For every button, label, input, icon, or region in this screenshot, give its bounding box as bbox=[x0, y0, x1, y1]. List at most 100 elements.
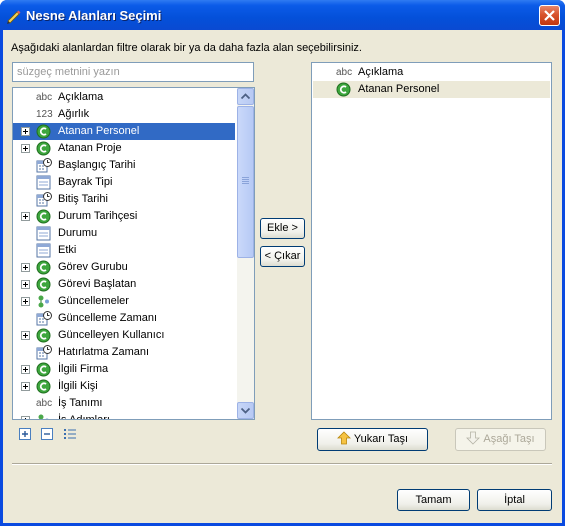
tree-item[interactable]: Durum Tarihçesi bbox=[13, 208, 235, 225]
tree-item-label: Güncellemeler bbox=[58, 295, 129, 307]
expand-toggle[interactable] bbox=[21, 263, 30, 272]
selected-fields-list[interactable]: abc Açıklama Atanan Personel bbox=[311, 62, 552, 420]
expand-toggle[interactable] bbox=[21, 331, 30, 340]
tree-item-label: İlgili Kişi bbox=[58, 380, 98, 392]
available-fields-tree[interactable]: abc Açıklama 123 Ağırlık Atanan Personel Atan… bbox=[12, 87, 255, 420]
list-item-label: Açıklama bbox=[358, 66, 404, 78]
tree-item[interactable]: Görevi Başlatan bbox=[13, 276, 235, 293]
add-button[interactable]: Ekle > bbox=[260, 218, 305, 239]
abc-text-icon: abc bbox=[336, 67, 353, 78]
tree-item-label: Başlangıç Tarihi bbox=[58, 159, 136, 171]
tree-item[interactable]: 123 Ağırlık bbox=[13, 106, 235, 123]
scroll-up-button[interactable] bbox=[237, 88, 254, 105]
expand-toggle[interactable] bbox=[21, 280, 30, 289]
collapse-all-icon[interactable] bbox=[40, 427, 54, 441]
filter-input[interactable] bbox=[12, 62, 254, 82]
tree-item-label: Durum Tarihçesi bbox=[58, 210, 138, 222]
list-view-icon[interactable] bbox=[63, 427, 77, 441]
tree-item[interactable]: Atanan Proje bbox=[13, 140, 235, 157]
tree-item[interactable]: Görev Gurubu bbox=[13, 259, 235, 276]
tree-item[interactable]: İş Adımları bbox=[13, 412, 235, 420]
date-clock-icon bbox=[36, 192, 54, 207]
move-down-label: Aşağı Taşı bbox=[483, 433, 535, 445]
tree-item[interactable]: Hatırlatma Zamanı bbox=[13, 344, 235, 361]
tree-item-label: Etki bbox=[58, 244, 77, 256]
scroll-thumb[interactable] bbox=[237, 106, 254, 258]
arrow-up-icon bbox=[241, 93, 250, 100]
expand-toggle[interactable] bbox=[21, 382, 30, 391]
vertical-scrollbar[interactable] bbox=[237, 88, 254, 419]
move-up-button[interactable]: Yukarı Taşı bbox=[317, 428, 428, 451]
tree-item[interactable]: Durumu bbox=[13, 225, 235, 242]
tree-item[interactable]: Bayrak Tipi bbox=[13, 174, 235, 191]
green-c-icon bbox=[36, 141, 54, 156]
tree-item[interactable]: İlgili Firma bbox=[13, 361, 235, 378]
list-item[interactable]: Atanan Personel bbox=[313, 81, 550, 98]
ok-button[interactable]: Tamam bbox=[397, 489, 470, 511]
arrow-up-icon bbox=[336, 431, 351, 445]
green-c-icon bbox=[36, 209, 54, 224]
remove-button[interactable]: < Çıkar bbox=[260, 246, 305, 267]
expand-toggle[interactable] bbox=[21, 297, 30, 306]
expand-toggle[interactable] bbox=[21, 127, 30, 136]
green-c-icon bbox=[36, 277, 54, 292]
instruction-text: Aşağıdaki alanlardan filtre olarak bir y… bbox=[11, 42, 362, 54]
window-title: Nesne Alanları Seçimi bbox=[26, 8, 162, 23]
date-clock-icon bbox=[36, 311, 54, 326]
enum-table-icon bbox=[36, 243, 54, 258]
expand-toggle[interactable] bbox=[21, 144, 30, 153]
list-item[interactable]: abc Açıklama bbox=[313, 64, 550, 81]
tree-item-label: Bitiş Tarihi bbox=[58, 193, 108, 205]
tree-item[interactable]: abc Açıklama bbox=[13, 89, 235, 106]
pencil-icon bbox=[7, 10, 21, 24]
tree-item[interactable]: Güncelleyen Kullanıcı bbox=[13, 327, 235, 344]
expand-toggle[interactable] bbox=[21, 212, 30, 221]
abc-text-icon: abc bbox=[36, 92, 53, 103]
expand-toggle[interactable] bbox=[21, 365, 30, 374]
tree-item-label: Durumu bbox=[58, 227, 98, 239]
tree-item-label: Görev Gurubu bbox=[58, 261, 128, 273]
green-c-icon bbox=[36, 362, 54, 377]
cancel-button[interactable]: İptal bbox=[477, 489, 552, 511]
expand-toggle[interactable] bbox=[21, 416, 30, 419]
move-up-label: Yukarı Taşı bbox=[353, 433, 409, 445]
expand-all-icon[interactable] bbox=[18, 427, 32, 441]
tree-item-label: İş Adımları bbox=[58, 414, 110, 420]
tree-item[interactable]: Güncelleme Zamanı bbox=[13, 310, 235, 327]
tree-item-label: Görevi Başlatan bbox=[58, 278, 137, 290]
green-c-icon bbox=[336, 82, 354, 97]
list-item-label: Atanan Personel bbox=[358, 83, 440, 95]
tree-item[interactable]: Etki bbox=[13, 242, 235, 259]
tree-item-label: Bayrak Tipi bbox=[58, 176, 113, 188]
tree-item-label: İlgili Firma bbox=[58, 363, 109, 375]
green-c-icon bbox=[36, 124, 54, 139]
green-c-icon bbox=[36, 328, 54, 343]
collection-icon bbox=[36, 413, 54, 419]
tree-item-label: Atanan Personel bbox=[58, 125, 140, 137]
tree-item[interactable]: Bitiş Tarihi bbox=[13, 191, 235, 208]
tree-item-label: Hatırlatma Zamanı bbox=[58, 346, 150, 358]
scroll-down-button[interactable] bbox=[237, 402, 254, 419]
close-button[interactable] bbox=[539, 5, 560, 26]
tree-item-label: Atanan Proje bbox=[58, 142, 122, 154]
dialog-body: Aşağıdaki alanlardan filtre olarak bir y… bbox=[3, 30, 562, 523]
enum-table-icon bbox=[36, 175, 54, 190]
green-c-icon bbox=[36, 379, 54, 394]
tree-item[interactable]: Atanan Personel bbox=[13, 123, 235, 140]
tree-item[interactable]: Başlangıç Tarihi bbox=[13, 157, 235, 174]
green-c-icon bbox=[36, 260, 54, 275]
tree-item-label: Güncelleyen Kullanıcı bbox=[58, 329, 165, 341]
tree-item[interactable]: abc İş Tanımı bbox=[13, 395, 235, 412]
tree-item[interactable]: İlgili Kişi bbox=[13, 378, 235, 395]
title-bar[interactable]: Nesne Alanları Seçimi bbox=[0, 0, 565, 30]
dialog-window: Nesne Alanları Seçimi Aşağıdaki alanlard… bbox=[0, 0, 565, 526]
arrow-down-icon bbox=[241, 407, 250, 414]
enum-table-icon bbox=[36, 226, 54, 241]
123-number-icon: 123 bbox=[36, 109, 53, 120]
date-clock-icon bbox=[36, 345, 54, 360]
abc-text-icon: abc bbox=[36, 398, 53, 409]
date-clock-icon bbox=[36, 158, 54, 173]
move-down-button[interactable]: Aşağı Taşı bbox=[455, 428, 546, 451]
tree-item-label: Ağırlık bbox=[58, 108, 90, 120]
tree-item[interactable]: Güncellemeler bbox=[13, 293, 235, 310]
